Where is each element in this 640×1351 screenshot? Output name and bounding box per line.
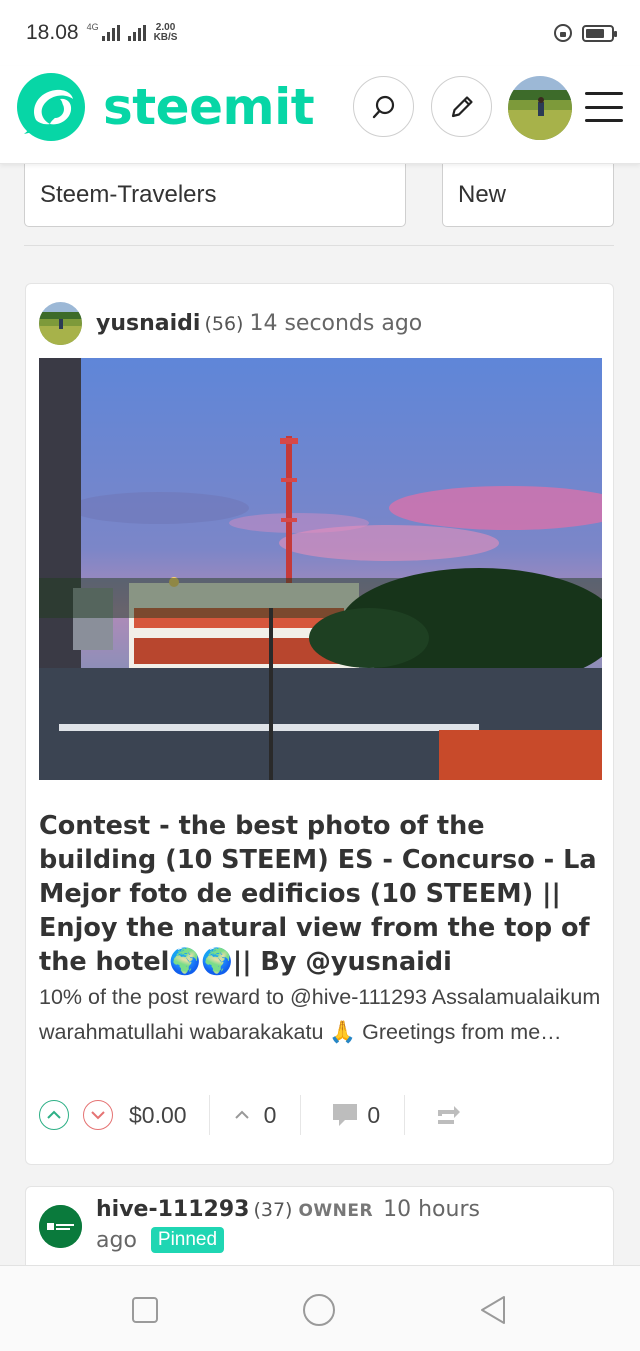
steemit-logo-icon[interactable] [16, 72, 86, 142]
pinned-badge: Pinned [150, 1227, 225, 1253]
pencil-icon [451, 95, 473, 117]
recent-apps-button[interactable] [128, 1293, 162, 1327]
post-summary[interactable]: 10% of the post reward to @hive-111293 A… [39, 980, 605, 1050]
post-time-suffix[interactable]: ago [96, 1228, 137, 1253]
post-meta: hive-111293 (37) OWNER 10 hours [96, 1197, 480, 1222]
status-bar: 18.08 4G 2.00 KB/S [0, 0, 640, 66]
avatar-image [39, 1205, 82, 1248]
author-avatar[interactable] [39, 302, 82, 345]
author-reputation: (56) [204, 312, 244, 335]
circle-icon [303, 1294, 335, 1326]
app-header: steemit [0, 66, 640, 164]
search-button[interactable] [353, 76, 414, 137]
back-triangle-icon [481, 1296, 505, 1324]
post-author[interactable]: hive-111293 [96, 1197, 249, 1222]
network-speed: 2.00 KB/S [153, 22, 178, 43]
community-avatar[interactable] [39, 1205, 82, 1248]
post-header: yusnaidi (56) 14 seconds ago [39, 302, 422, 345]
post-meta-line2: ago Pinned [96, 1227, 225, 1253]
post-time[interactable]: 14 seconds ago [249, 311, 422, 336]
post-time[interactable]: 10 hours [383, 1197, 480, 1222]
owner-role-badge: OWNER [298, 1201, 374, 1221]
search-icon [372, 95, 394, 118]
divider [24, 245, 614, 246]
post-title[interactable]: Contest - the best photo of the building… [39, 809, 605, 979]
post-actions: $0.00 0 0 [39, 1094, 605, 1136]
comment-icon[interactable] [331, 1102, 359, 1128]
chevron-down-icon [91, 1111, 105, 1120]
community-select[interactable]: Steem-Travelers [24, 164, 406, 227]
post-payout[interactable]: $0.00 [129, 1102, 187, 1129]
user-avatar[interactable] [508, 76, 572, 140]
signal-icon-2 [127, 25, 146, 41]
battery-icon [582, 24, 617, 42]
divider [300, 1095, 302, 1135]
divider [208, 1095, 210, 1135]
signal-icon [101, 25, 120, 41]
downvote-button[interactable] [83, 1100, 113, 1130]
comment-count[interactable]: 0 [367, 1102, 380, 1129]
avatar-image [39, 302, 82, 345]
divider [404, 1095, 406, 1135]
post-author[interactable]: yusnaidi [96, 311, 200, 336]
status-time: 18.08 [26, 21, 79, 44]
system-nav-bar [0, 1265, 640, 1351]
thumbnail-image [39, 358, 602, 780]
network-type: 4G [86, 21, 99, 32]
back-button[interactable] [476, 1293, 510, 1327]
hamburger-menu-icon[interactable] [585, 92, 623, 122]
post-thumbnail[interactable] [39, 358, 602, 780]
square-icon [132, 1297, 158, 1323]
resteem-icon[interactable] [435, 1104, 461, 1126]
home-button[interactable] [302, 1293, 336, 1327]
brand-name[interactable]: steemit [103, 78, 315, 136]
post-card[interactable]: yusnaidi (56) 14 seconds ago Contest - t… [25, 283, 614, 1165]
write-post-button[interactable] [431, 76, 492, 137]
sort-select[interactable]: New [442, 164, 614, 227]
votes-chevron-icon [234, 1110, 249, 1119]
feed-filters: Steem-Travelers New [0, 164, 640, 246]
avatar-image [508, 76, 572, 140]
chevron-up-icon [47, 1110, 61, 1119]
upvote-button[interactable] [39, 1100, 69, 1130]
vote-count[interactable]: 0 [264, 1102, 277, 1129]
rotation-lock-icon [554, 24, 572, 42]
author-reputation: (37) [253, 1199, 293, 1221]
